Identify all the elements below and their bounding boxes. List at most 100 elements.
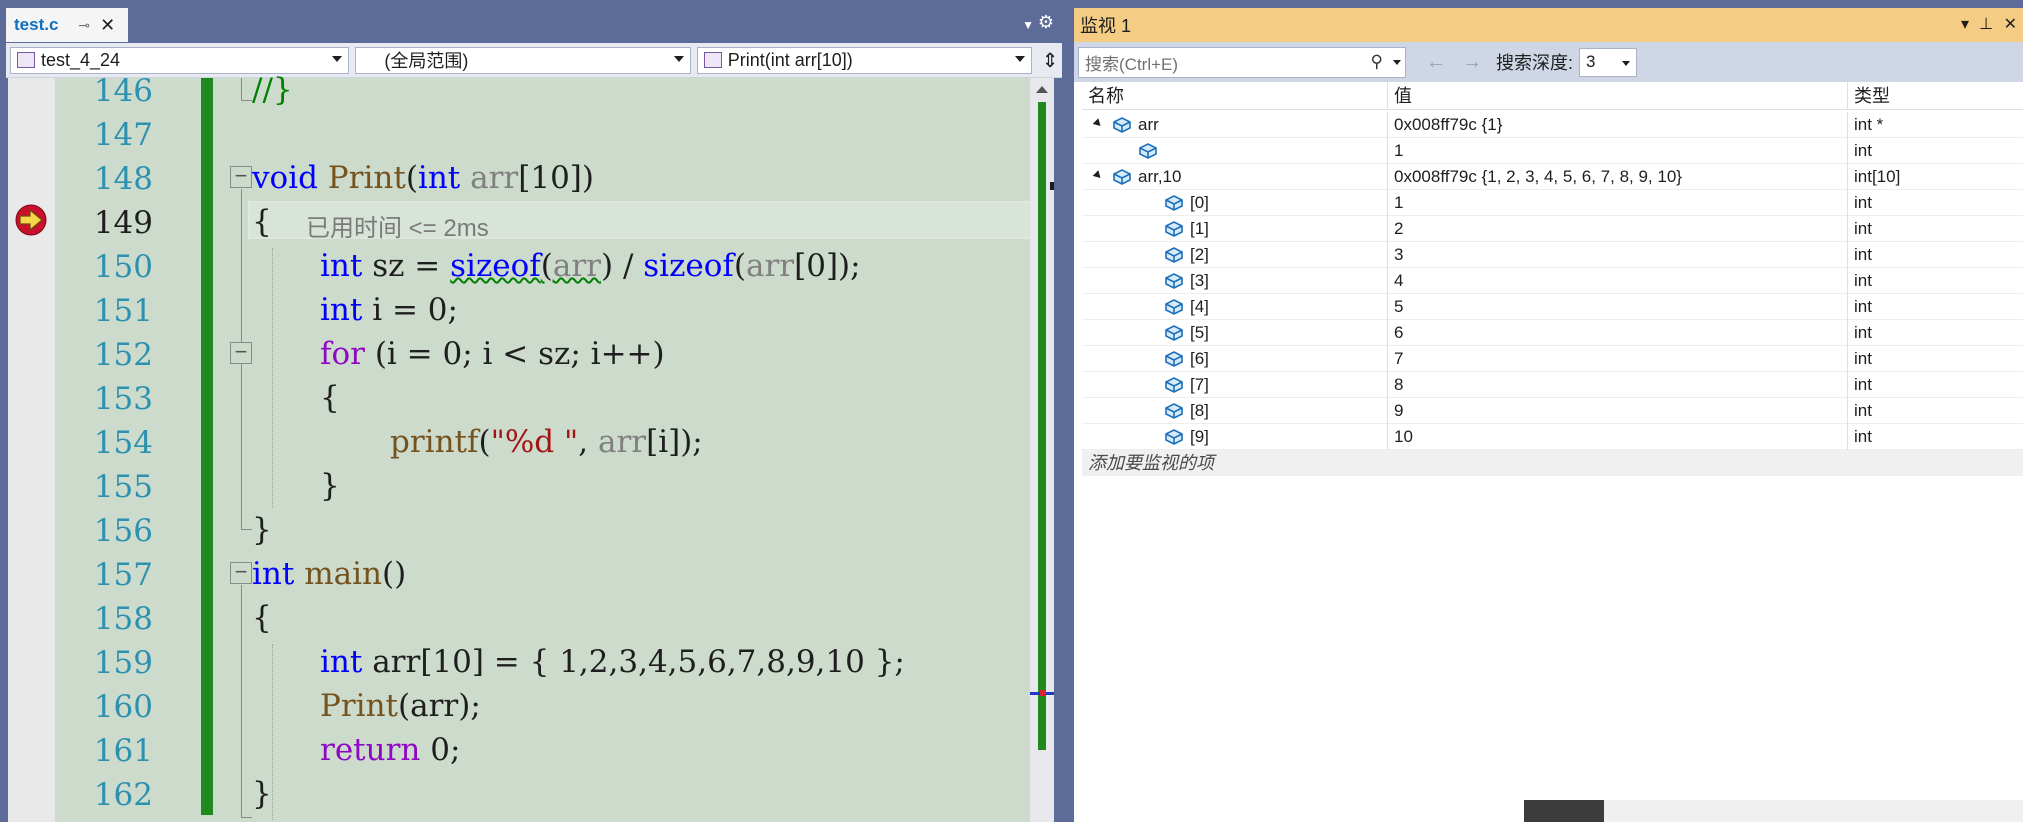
watch-name-cell[interactable]: [6] bbox=[1082, 346, 1388, 372]
watch-name-cell[interactable]: arr bbox=[1082, 112, 1388, 138]
function-dropdown[interactable]: Print(int arr[10]) bbox=[696, 46, 1033, 74]
watch-row[interactable]: [8] 9 int bbox=[1082, 398, 2023, 424]
watch-name: arr,10 bbox=[1138, 167, 1182, 186]
watch-value[interactable]: 6 bbox=[1388, 320, 1848, 346]
watch-value[interactable]: 8 bbox=[1388, 372, 1848, 398]
column-header-name[interactable]: 名称 bbox=[1082, 82, 1388, 110]
close-icon[interactable]: ✕ bbox=[2004, 14, 2017, 34]
watch-row[interactable]: [7] 8 int bbox=[1082, 372, 2023, 398]
watch-row[interactable]: [9] 10 int bbox=[1082, 424, 2023, 450]
tab-test-c[interactable]: test.c ⊸ ✕ bbox=[6, 8, 128, 42]
gear-icon[interactable]: ⚙ bbox=[1038, 12, 1054, 33]
variable-icon bbox=[1113, 169, 1131, 185]
watch-value[interactable]: 1 bbox=[1388, 190, 1848, 216]
watch-name-cell[interactable]: [2] bbox=[1082, 242, 1388, 268]
watch-name-cell[interactable]: arr,10 bbox=[1082, 164, 1388, 190]
expand-toggle-icon[interactable] bbox=[1092, 118, 1104, 129]
project-dropdown[interactable]: test_4_24 bbox=[10, 46, 350, 74]
watch-value[interactable]: 3 bbox=[1388, 242, 1848, 268]
watch-name-cell[interactable] bbox=[1082, 138, 1388, 164]
chevron-down-icon[interactable] bbox=[1393, 59, 1401, 65]
split-editor-button[interactable]: ⇕ bbox=[1038, 47, 1062, 74]
watch-type: int bbox=[1854, 245, 1872, 264]
horizontal-scrollbar-track[interactable] bbox=[1604, 800, 2023, 822]
watch-value[interactable]: 7 bbox=[1388, 346, 1848, 372]
line-number: 150 bbox=[93, 249, 153, 285]
watch-value[interactable]: 0x008ff79c {1} bbox=[1388, 112, 1848, 138]
watch-name-cell[interactable]: [1] bbox=[1082, 216, 1388, 242]
column-header-value[interactable]: 值 bbox=[1388, 82, 1848, 110]
search-placeholder: 搜索(Ctrl+E) bbox=[1085, 54, 1179, 74]
expand-toggle-icon[interactable] bbox=[1092, 170, 1104, 181]
code-editor[interactable]: 146 147 148 149 150 151 152 153 154 155 … bbox=[8, 72, 1054, 822]
watch-type: int bbox=[1854, 427, 1872, 446]
watch-type: int bbox=[1854, 297, 1872, 316]
watch-row[interactable]: [0] 1 int bbox=[1082, 190, 2023, 216]
project-name: test_4_24 bbox=[41, 49, 121, 70]
scope-dropdown[interactable]: (全局范围) bbox=[355, 46, 691, 74]
watch-name-cell[interactable]: [5] bbox=[1082, 320, 1388, 346]
watch-row[interactable]: [4] 5 int bbox=[1082, 294, 2023, 320]
watch-value[interactable]: 9 bbox=[1388, 398, 1848, 424]
watch-row[interactable]: [3] 4 int bbox=[1082, 268, 2023, 294]
line-number: 162 bbox=[93, 777, 153, 813]
code-line-161: return 0; bbox=[320, 732, 461, 768]
watch-name-cell[interactable]: [7] bbox=[1082, 372, 1388, 398]
watch-value[interactable]: 2 bbox=[1388, 216, 1848, 242]
watch-row[interactable]: [6] 7 int bbox=[1082, 346, 2023, 372]
search-depth-dropdown[interactable]: 3 bbox=[1579, 47, 1638, 77]
tab-overflow-icon[interactable]: ▼ bbox=[1022, 18, 1034, 32]
watch-value[interactable]: 0x008ff79c {1, 2, 3, 4, 5, 6, 7, 8, 9, 1… bbox=[1388, 164, 1848, 190]
pin-icon[interactable]: ⊥ bbox=[1979, 14, 1993, 34]
watch-row[interactable]: [5] 6 int bbox=[1082, 320, 2023, 346]
watch-title: 监视 1 bbox=[1080, 16, 1132, 36]
code-text[interactable]: //} void Print(int arr[10]) { int sz = s… bbox=[252, 72, 1032, 822]
watch-name: [2] bbox=[1190, 245, 1209, 264]
watch-row[interactable]: 1 int bbox=[1082, 138, 2023, 164]
add-watch-item[interactable]: 添加要监视的项 bbox=[1082, 450, 2023, 476]
collapse-icon[interactable]: − bbox=[230, 561, 252, 584]
collapse-icon[interactable]: − bbox=[230, 165, 252, 188]
line-number: 147 bbox=[93, 117, 153, 153]
watch-value[interactable]: 1 bbox=[1388, 138, 1848, 164]
arrow-left-icon[interactable]: ← bbox=[1426, 51, 1446, 74]
watch-type: int bbox=[1854, 323, 1872, 342]
search-icon[interactable]: ⚲ bbox=[1371, 52, 1383, 72]
chevron-down-icon bbox=[673, 55, 684, 62]
outline-line bbox=[241, 78, 242, 100]
scope-name: (全局范围) bbox=[384, 51, 469, 71]
watch-row[interactable]: arr,10 0x008ff79c {1, 2, 3, 4, 5, 6, 7, 8… bbox=[1082, 164, 2023, 190]
watch-type: int bbox=[1854, 271, 1872, 290]
search-input[interactable]: 搜索(Ctrl+E) ⚲ bbox=[1078, 46, 1406, 78]
scrollbar-change-map bbox=[1038, 102, 1046, 750]
pin-icon[interactable]: ⊸ bbox=[78, 17, 90, 34]
watch-row[interactable]: arr 0x008ff79c {1} int * bbox=[1082, 112, 2023, 138]
window-position-icon[interactable]: ▾ bbox=[1961, 14, 1969, 34]
watch-name-cell[interactable]: [3] bbox=[1082, 268, 1388, 294]
watch-value[interactable]: 10 bbox=[1388, 424, 1848, 450]
watch-value[interactable]: 5 bbox=[1388, 294, 1848, 320]
watch-name-cell[interactable]: [0] bbox=[1082, 190, 1388, 216]
watch-name-cell[interactable]: [8] bbox=[1082, 398, 1388, 424]
variable-icon bbox=[1165, 377, 1183, 393]
scroll-up-icon[interactable] bbox=[1036, 86, 1048, 93]
collapse-icon[interactable]: − bbox=[230, 341, 252, 364]
pane-splitter[interactable] bbox=[1062, 0, 1074, 822]
watch-name: [1] bbox=[1190, 219, 1209, 238]
watch-row[interactable]: [1] 2 int bbox=[1082, 216, 2023, 242]
function-icon bbox=[703, 52, 722, 68]
variable-icon bbox=[1165, 299, 1183, 315]
watch-value[interactable]: 4 bbox=[1388, 268, 1848, 294]
watch-name-cell[interactable]: [9] bbox=[1082, 424, 1388, 450]
watch-name-cell[interactable]: [4] bbox=[1082, 294, 1388, 320]
column-header-type[interactable]: 类型 bbox=[1848, 82, 2023, 110]
horizontal-scrollbar-thumb[interactable] bbox=[1524, 800, 1604, 822]
glyph-margin[interactable] bbox=[8, 78, 55, 822]
watch-type: int bbox=[1854, 219, 1872, 238]
variable-icon bbox=[1165, 195, 1183, 211]
close-icon[interactable]: ✕ bbox=[100, 15, 115, 36]
vertical-scrollbar[interactable] bbox=[1030, 78, 1054, 822]
watch-type: int[10] bbox=[1854, 167, 1901, 186]
watch-row[interactable]: [2] 3 int bbox=[1082, 242, 2023, 268]
arrow-right-icon[interactable]: → bbox=[1462, 51, 1482, 74]
